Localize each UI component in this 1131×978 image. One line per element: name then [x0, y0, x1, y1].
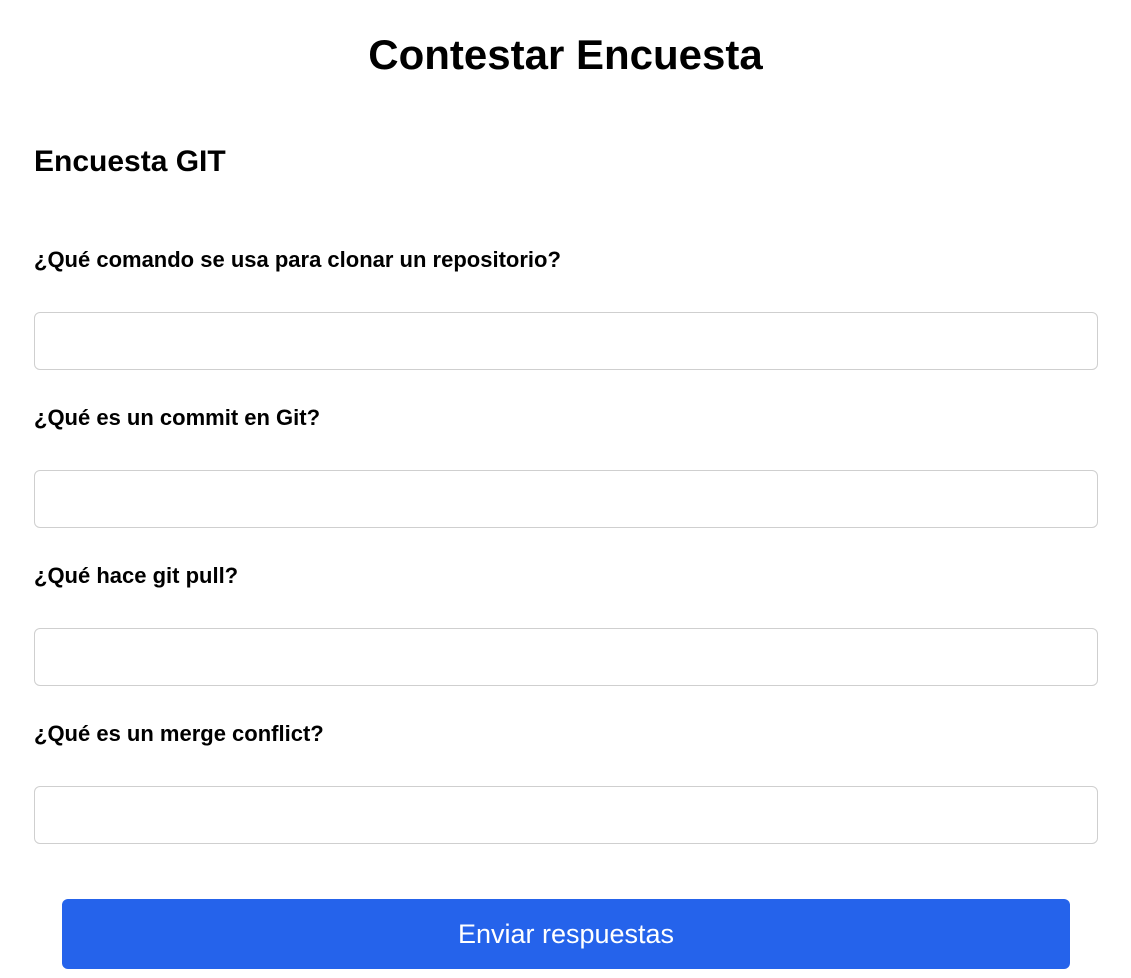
page-title: Contestar Encuesta: [368, 31, 763, 78]
question-2-label: ¿Qué es un commit en Git?: [34, 405, 321, 430]
survey-name: Encuesta GIT: [34, 145, 226, 178]
question-1-answer-input[interactable]: [34, 312, 1098, 370]
question-3: ¿Qué hace git pull?: [34, 561, 1098, 686]
survey-page: Contestar Encuesta Encuesta GIT ¿Qué com…: [0, 0, 1131, 978]
question-4-answer-input[interactable]: [34, 786, 1098, 844]
question-3-answer-input[interactable]: [34, 628, 1098, 686]
question-3-label: ¿Qué hace git pull?: [34, 563, 239, 588]
question-4: ¿Qué es un merge conflict?: [34, 719, 1098, 844]
question-2-answer-input[interactable]: [34, 470, 1098, 528]
submit-answers-button[interactable]: Enviar respuestas: [62, 899, 1070, 969]
question-1-label: ¿Qué comando se usa para clonar un repos…: [34, 247, 561, 272]
question-1: ¿Qué comando se usa para clonar un repos…: [34, 245, 1098, 370]
question-4-label: ¿Qué es un merge conflict?: [34, 721, 324, 746]
question-2: ¿Qué es un commit en Git?: [34, 403, 1098, 528]
